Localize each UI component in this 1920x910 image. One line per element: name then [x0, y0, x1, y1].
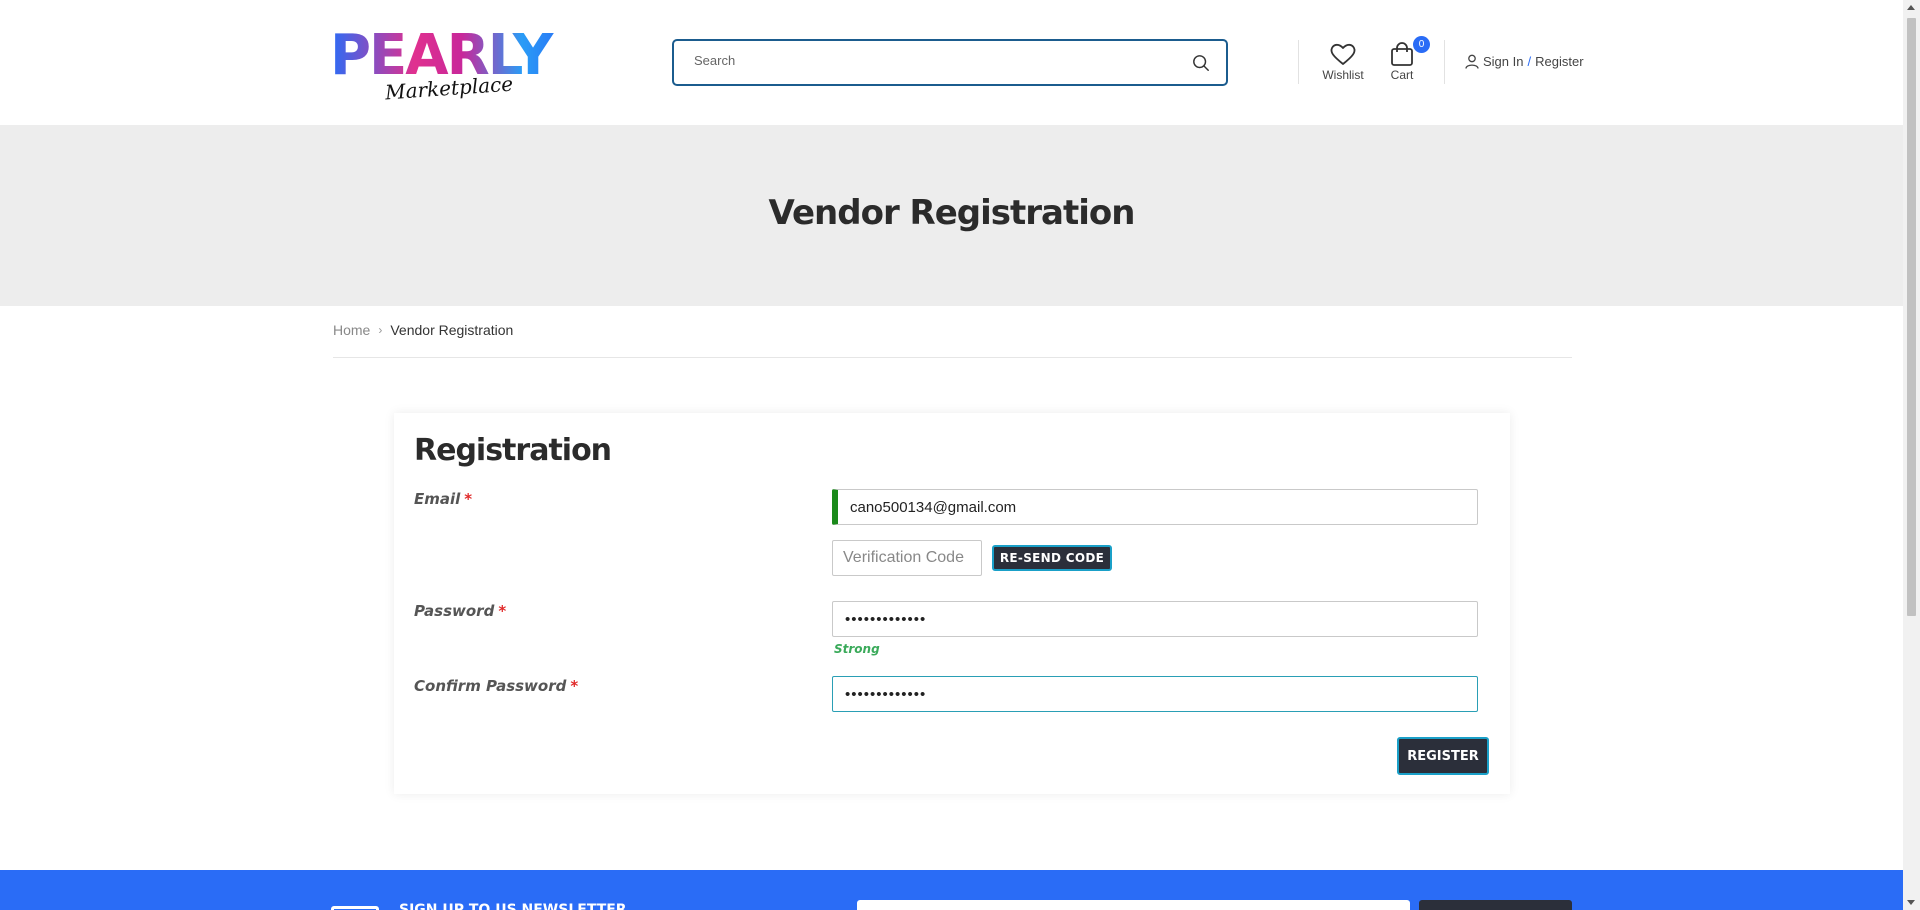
password-strength-indicator: Strong — [834, 642, 880, 656]
required-mark: * — [498, 602, 507, 620]
cart-count-badge: 0 — [1413, 36, 1430, 53]
heart-icon — [1330, 43, 1356, 65]
confirm-password-label: Confirm Password * — [414, 677, 578, 695]
password-label: Password * — [414, 602, 506, 620]
required-mark: * — [464, 490, 473, 508]
sign-in-link[interactable]: Sign In — [1483, 54, 1523, 69]
wishlist-label: Wishlist — [1322, 68, 1364, 82]
resend-code-button[interactable]: RE-SEND CODE — [992, 545, 1112, 571]
wishlist-link[interactable]: Wishlist — [1320, 42, 1366, 82]
logo[interactable]: PEARLY Marketplace — [330, 28, 570, 108]
breadcrumb: Home › Vendor Registration — [333, 322, 513, 338]
newsletter-subscribe-button[interactable] — [1419, 900, 1572, 910]
chevron-right-icon: › — [378, 323, 383, 337]
confirm-password-field[interactable] — [832, 676, 1478, 712]
cart-link[interactable]: Cart 0 — [1387, 36, 1430, 82]
newsletter-bar: SIGN UP TO US NEWSLETTER — [0, 870, 1903, 910]
required-mark: * — [570, 677, 579, 695]
shopping-bag-icon — [1391, 42, 1413, 66]
register-button[interactable]: REGISTER — [1397, 737, 1489, 775]
search-icon[interactable] — [1192, 54, 1210, 72]
page-banner: Vendor Registration — [0, 125, 1903, 306]
newsletter-text: SIGN UP TO US NEWSLETTER — [399, 902, 627, 910]
cart-label: Cart — [1390, 68, 1414, 82]
email-label-text: Email — [414, 490, 461, 508]
search-input[interactable] — [694, 53, 1174, 68]
breadcrumb-current: Vendor Registration — [390, 322, 514, 338]
site-header: PEARLY Marketplace Wishlist Cart 0 Sign … — [0, 0, 1903, 125]
scroll-thumb[interactable] — [1907, 18, 1916, 616]
mail-icon — [331, 906, 379, 910]
confirm-password-label-text: Confirm Password — [414, 677, 567, 695]
user-icon — [1465, 54, 1479, 69]
header-divider — [1298, 40, 1299, 84]
scroll-up-icon[interactable] — [1907, 5, 1915, 10]
account-links: Sign In / Register — [1465, 54, 1584, 69]
registration-card: Registration Email* RE-SEND CODE Passwor… — [394, 413, 1510, 794]
register-link[interactable]: Register — [1535, 54, 1583, 69]
scroll-down-icon[interactable] — [1907, 900, 1915, 905]
page-title: Vendor Registration — [768, 193, 1136, 233]
account-separator: / — [1527, 54, 1532, 69]
verification-code-input[interactable] — [832, 540, 982, 576]
password-field[interactable] — [832, 601, 1478, 637]
form-heading: Registration — [414, 433, 612, 468]
header-divider — [1444, 40, 1445, 84]
email-label: Email * — [414, 490, 472, 508]
page-scrollbar[interactable] — [1903, 0, 1920, 910]
password-label-text: Password — [414, 602, 495, 620]
email-field[interactable] — [832, 489, 1478, 525]
breadcrumb-home[interactable]: Home — [333, 322, 370, 338]
newsletter-email-input[interactable] — [857, 900, 1410, 910]
search-box — [672, 39, 1228, 86]
breadcrumb-divider — [333, 357, 1572, 358]
